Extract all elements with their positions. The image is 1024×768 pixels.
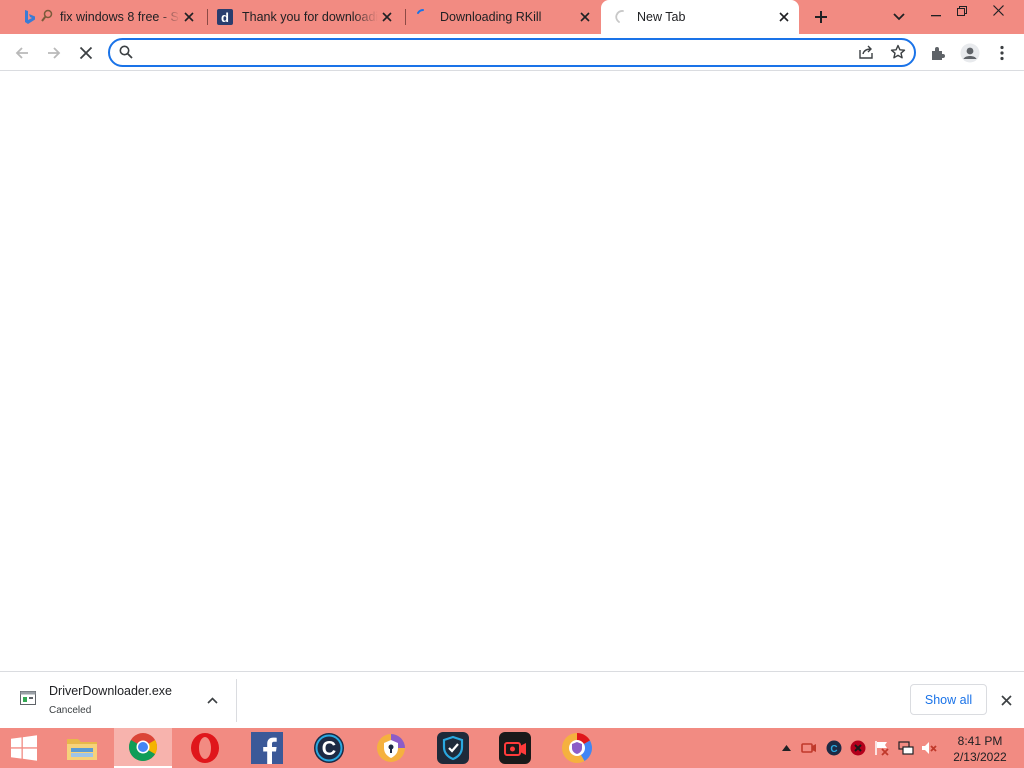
tab-downloading-rkill[interactable]: Downloading RKill	[406, 0, 602, 34]
tab-new-tab[interactable]: New Tab	[601, 0, 799, 34]
extensions-icon[interactable]	[924, 39, 952, 67]
search-icon	[119, 45, 133, 64]
recorder-tray-icon[interactable]	[801, 740, 817, 756]
flag-icon[interactable]	[874, 740, 890, 756]
back-icon[interactable]	[8, 39, 36, 67]
tab-title: Thank you for downloadi	[242, 10, 378, 24]
download-shelf: DriverDownloader.exe Canceled Show all	[0, 671, 1024, 728]
divider	[236, 679, 237, 722]
ccleaner-icon[interactable]: C	[301, 728, 357, 768]
show-all-button[interactable]: Show all	[910, 684, 987, 715]
tab-close-icon[interactable]	[180, 8, 198, 26]
plus-icon[interactable]	[811, 7, 831, 27]
tab-close-icon[interactable]	[378, 8, 396, 26]
svg-text:d: d	[221, 10, 229, 25]
chrome-icon[interactable]	[114, 728, 172, 768]
start-icon[interactable]	[0, 728, 48, 768]
defender-icon[interactable]	[425, 728, 481, 768]
red-app-tray-icon[interactable]	[850, 740, 866, 756]
loading-spinner-icon	[615, 9, 631, 30]
chevron-down-icon[interactable]	[890, 9, 908, 25]
tab-thank-you[interactable]: d Thank you for downloadi	[208, 0, 404, 34]
menu-icon[interactable]	[988, 39, 1016, 67]
bing-search-icon	[22, 9, 38, 30]
page-content	[0, 71, 1024, 671]
download-status: Canceled	[49, 705, 92, 716]
share-icon[interactable]	[858, 44, 874, 65]
profile-icon[interactable]	[956, 39, 984, 67]
network-icon[interactable]	[898, 740, 914, 756]
opera-icon[interactable]	[177, 728, 233, 768]
tab-close-icon[interactable]	[576, 8, 594, 26]
chrome-canary-icon[interactable]	[549, 728, 605, 768]
tab-close-icon[interactable]	[775, 8, 793, 26]
loading-icon	[415, 8, 431, 29]
ccleaner-tray-icon[interactable]: C	[826, 740, 842, 756]
show-hidden-icon[interactable]	[778, 740, 794, 756]
facebook-icon[interactable]	[239, 728, 295, 768]
d-site-icon: d	[217, 9, 233, 30]
chevron-up-icon[interactable]	[205, 694, 219, 706]
svg-text:C: C	[830, 744, 837, 755]
address-bar[interactable]	[108, 38, 916, 67]
close-icon[interactable]	[990, 2, 1006, 18]
vpn-shield-icon[interactable]	[363, 728, 419, 768]
tab-title: Downloading RKill	[440, 10, 542, 24]
tab-title: New Tab	[637, 10, 686, 24]
magnifier-prefix-icon	[41, 9, 53, 28]
tab-title: fix windows 8 free - Se	[60, 10, 180, 24]
stop-icon[interactable]	[72, 39, 100, 67]
minimize-icon[interactable]	[928, 8, 944, 24]
file-explorer-icon[interactable]	[54, 728, 110, 768]
exe-file-icon	[20, 690, 36, 711]
close-shelf-icon[interactable]	[998, 692, 1014, 708]
screen-recorder-icon[interactable]	[487, 728, 543, 768]
clock-time: 8:41 PM	[957, 734, 1003, 748]
tab-bing-search[interactable]: fix windows 8 free - Se	[8, 0, 206, 34]
restore-icon[interactable]	[954, 3, 970, 19]
svg-text:C: C	[322, 738, 336, 760]
address-input[interactable]	[140, 43, 830, 62]
tab-strip: fix windows 8 free - Se d Thank you for …	[0, 0, 1024, 34]
taskbar: C C 8:41 PM 2/13/2022	[0, 728, 1024, 768]
download-file-name: DriverDownloader.exe	[49, 684, 172, 698]
forward-icon[interactable]	[40, 39, 68, 67]
star-icon[interactable]	[890, 44, 906, 65]
volume-muted-icon[interactable]	[921, 740, 937, 756]
clock-date: 2/13/2022	[953, 750, 1007, 764]
browser-toolbar	[0, 34, 1024, 71]
